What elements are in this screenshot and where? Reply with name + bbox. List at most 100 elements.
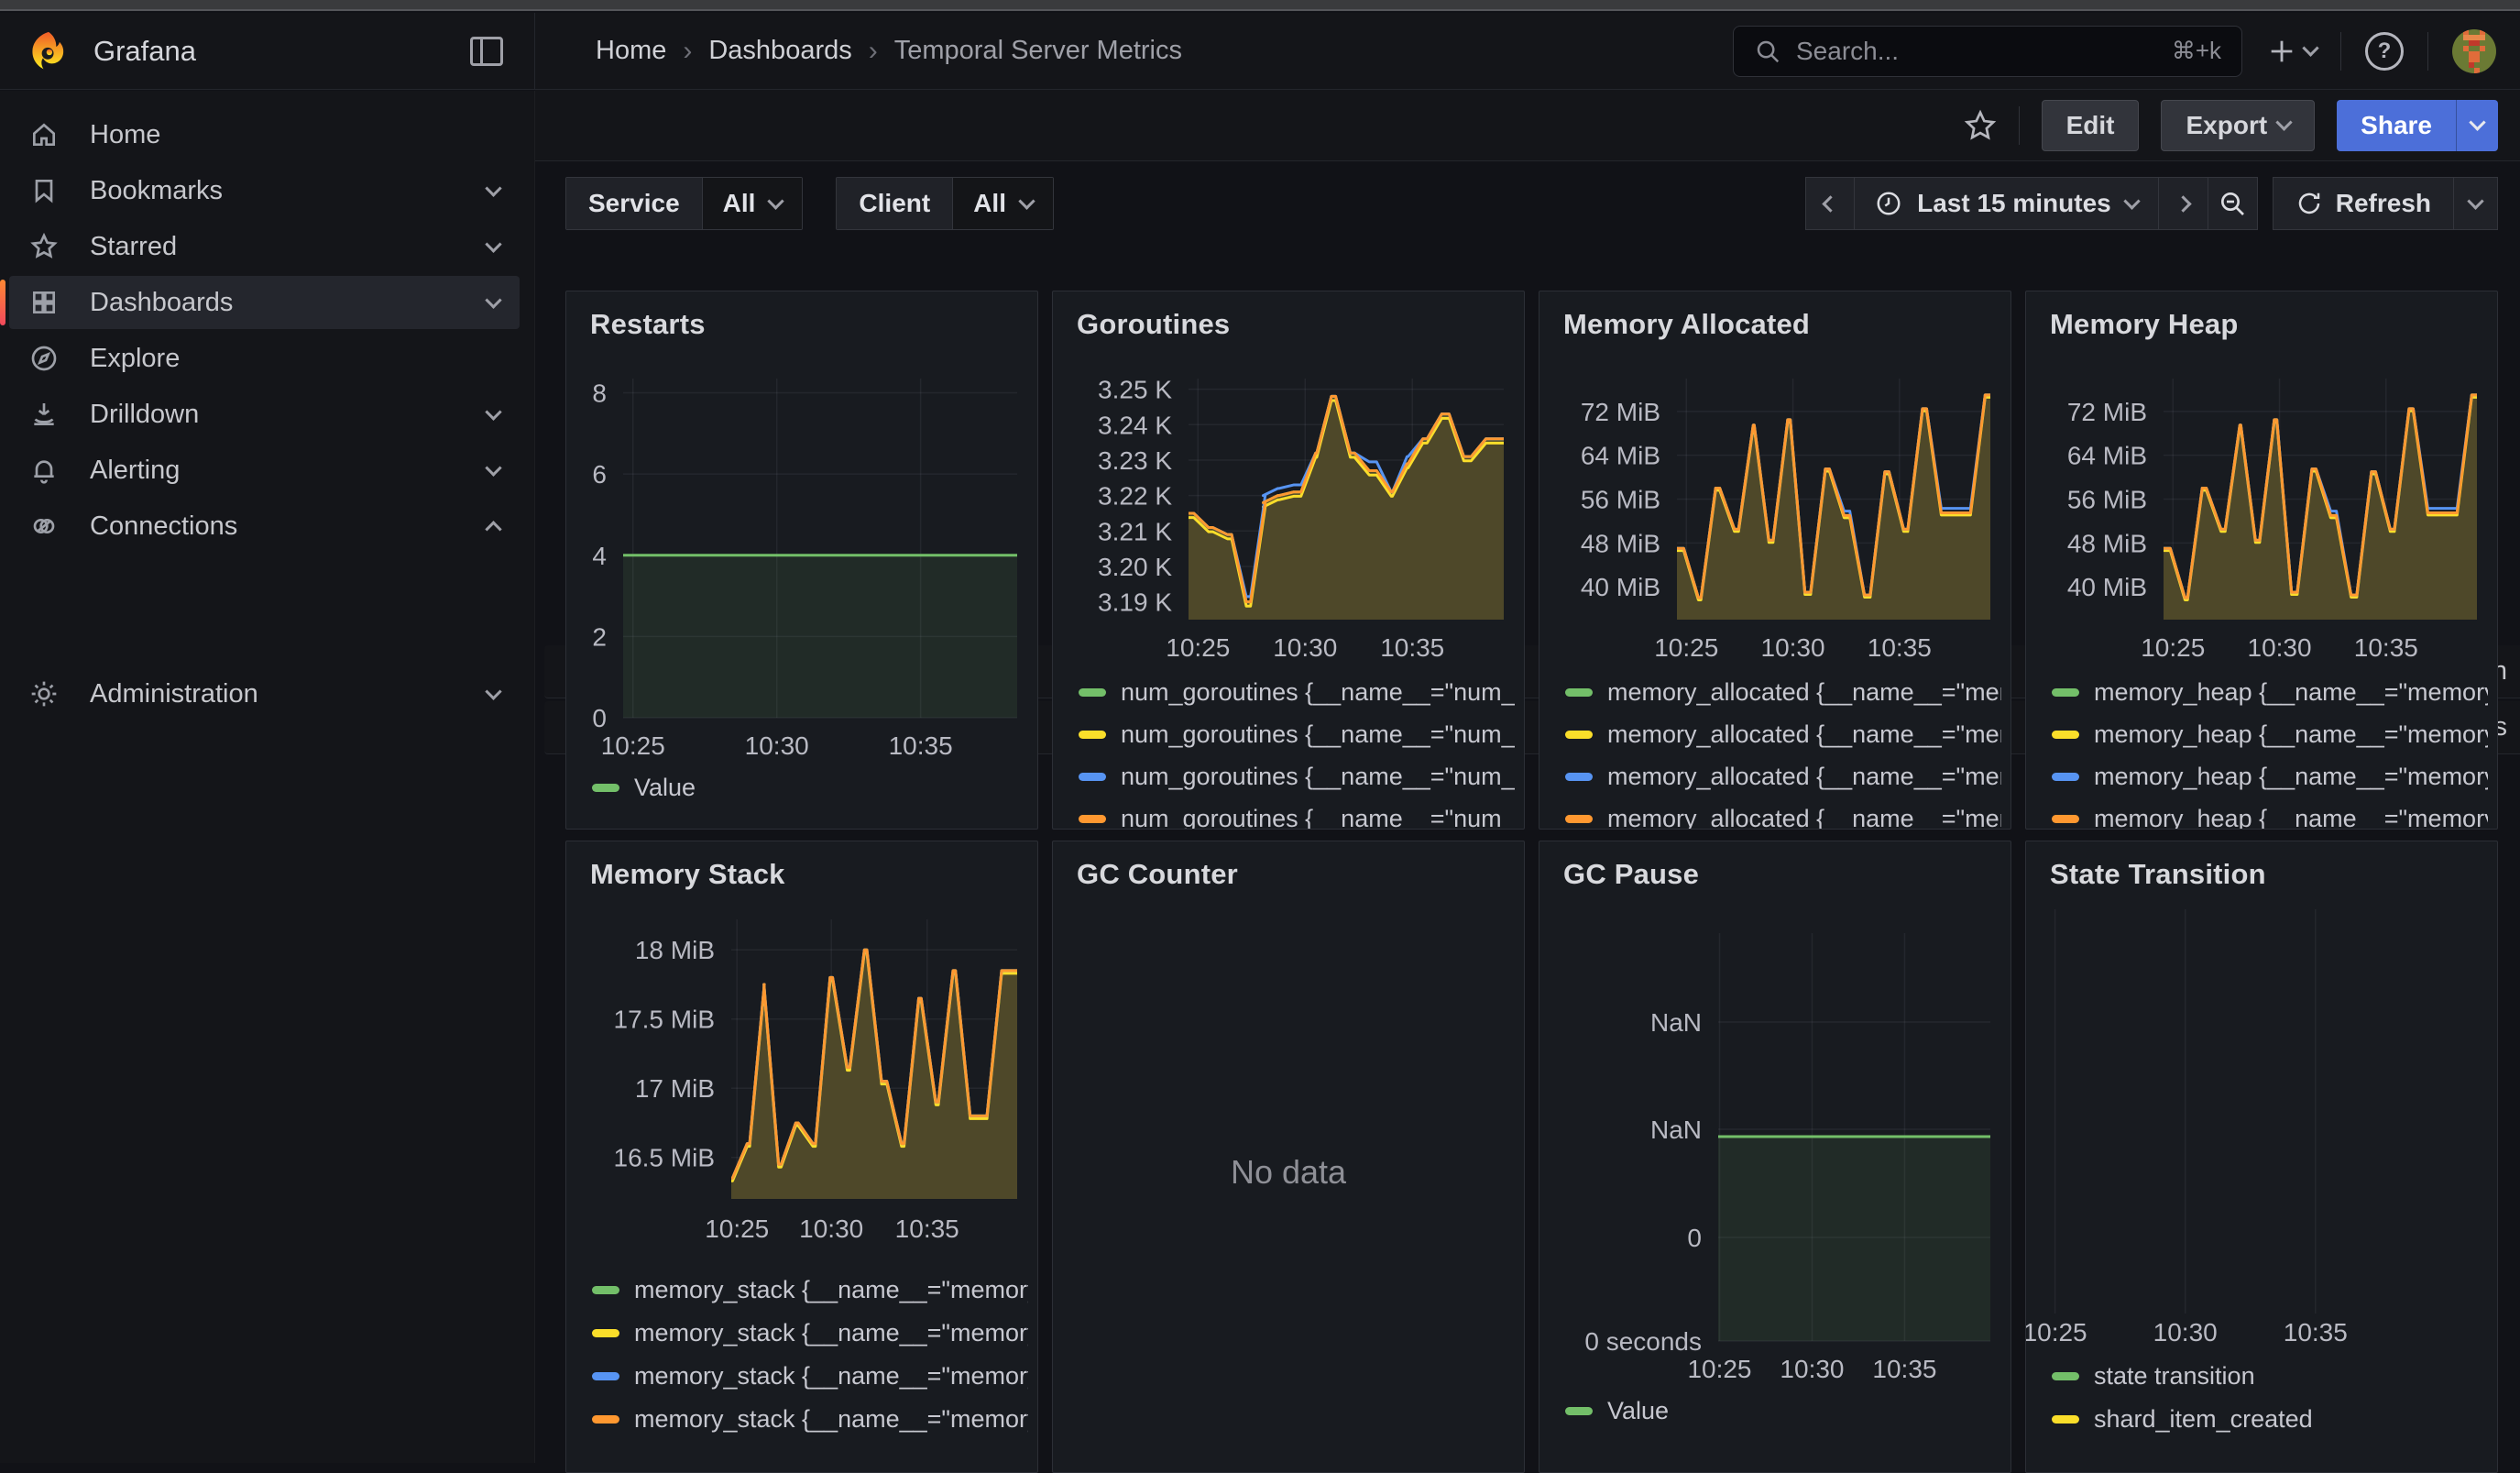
sidebar-item-drilldown[interactable]: Drilldown bbox=[9, 388, 520, 441]
panel-gc-pause: GC Pause 0 seconds0NaNNaN10:2510:3010:35… bbox=[1539, 841, 2011, 1473]
refresh-interval-dropdown[interactable] bbox=[2454, 177, 2498, 230]
svg-text:48 MiB: 48 MiB bbox=[2067, 529, 2147, 557]
legend-item[interactable]: memory_heap {__name__="memory_h bbox=[2052, 671, 2488, 713]
panel-title[interactable]: GC Counter bbox=[1077, 858, 1238, 891]
legend-item[interactable]: memory_heap {__name__="memory_h bbox=[2052, 755, 2488, 797]
svg-text:72 MiB: 72 MiB bbox=[1581, 398, 1660, 426]
sidebar-item-alerting[interactable]: Alerting bbox=[9, 444, 520, 497]
panel-memory-allocated: Memory Allocated 40 MiB48 MiB56 MiB64 Mi… bbox=[1539, 291, 2011, 830]
top-header: Grafana Home › Dashboards › Temporal Ser… bbox=[0, 13, 2520, 90]
service-filter-value[interactable]: All bbox=[702, 178, 803, 229]
sidebar-item-explore[interactable]: Explore bbox=[9, 332, 520, 385]
sidebar-item-bookmarks[interactable]: Bookmarks bbox=[9, 164, 520, 217]
svg-text:10:25: 10:25 bbox=[2026, 1318, 2087, 1347]
chevron-left-icon bbox=[1822, 195, 1838, 212]
chevron-down-icon bbox=[485, 403, 501, 420]
legend-item[interactable]: memory_heap {__name__="memory_h bbox=[2052, 713, 2488, 755]
legend-swatch bbox=[2052, 773, 2079, 781]
legend-label: num_goroutines {__name__="num_go bbox=[1121, 678, 1515, 707]
restarts-chart[interactable]: 0246810:2510:3010:35 bbox=[566, 291, 1037, 829]
sidebar-item-dashboards[interactable]: Dashboards bbox=[9, 276, 520, 329]
bookmark-icon bbox=[29, 176, 60, 205]
zoom-out-button[interactable] bbox=[2208, 177, 2258, 230]
legend-item[interactable]: num_goroutines {__name__="num_go bbox=[1079, 797, 1515, 830]
sidebar-item-home[interactable]: Home bbox=[9, 108, 520, 161]
sidebar-item-label: Administration bbox=[90, 679, 258, 709]
sidebar-item-administration[interactable]: Administration bbox=[9, 667, 520, 720]
chevron-up-icon bbox=[485, 521, 501, 537]
sidebar-item-connections[interactable]: Connections bbox=[9, 500, 520, 553]
svg-text:18 MiB: 18 MiB bbox=[635, 936, 715, 964]
legend-item[interactable]: Value bbox=[592, 766, 1028, 808]
share-button[interactable]: Share bbox=[2337, 100, 2456, 151]
chevron-down-icon bbox=[485, 236, 501, 252]
legend-swatch bbox=[592, 1415, 619, 1424]
legend-item[interactable]: memory_allocated {__name__="memo bbox=[1565, 797, 2001, 830]
help-icon[interactable]: ? bbox=[2365, 32, 2404, 71]
panel-gc-counter: GC Counter No data bbox=[1052, 841, 1525, 1473]
svg-text:10:35: 10:35 bbox=[1380, 633, 1444, 662]
clock-icon bbox=[1875, 190, 1902, 217]
legend: Value bbox=[592, 766, 1028, 808]
legend-item[interactable]: memory_allocated {__name__="memo bbox=[1565, 671, 2001, 713]
gc-pause-chart[interactable]: 0 seconds0NaNNaN10:2510:3010:35 bbox=[1539, 841, 2011, 1472]
svg-text:0: 0 bbox=[592, 704, 607, 732]
export-button[interactable]: Export bbox=[2161, 100, 2315, 151]
sidebar-item-label: Alerting bbox=[90, 456, 180, 486]
time-shift-back-button[interactable] bbox=[1805, 177, 1855, 230]
legend-item[interactable]: shard_item_created bbox=[2052, 1398, 2488, 1441]
sidebar-item-label: Explore bbox=[90, 344, 180, 374]
header-left: Grafana bbox=[0, 13, 535, 89]
share-dropdown-button[interactable] bbox=[2456, 100, 2498, 151]
no-data-message: No data bbox=[1053, 1153, 1524, 1192]
legend-item[interactable]: memory_stack {__name__="memory_s bbox=[592, 1355, 1028, 1398]
add-button[interactable] bbox=[2266, 36, 2317, 67]
svg-text:NaN: NaN bbox=[1650, 1008, 1702, 1037]
legend-item[interactable]: state transition bbox=[2052, 1355, 2488, 1398]
legend: state transition shard_item_created bbox=[2052, 1355, 2488, 1441]
breadcrumb-separator-icon: › bbox=[683, 36, 692, 67]
legend-item[interactable]: Value bbox=[1565, 1390, 2001, 1432]
client-filter-value[interactable]: All bbox=[952, 178, 1053, 229]
legend-item[interactable]: num_goroutines {__name__="num_go bbox=[1079, 671, 1515, 713]
legend-label: memory_stack {__name__="memory_s bbox=[634, 1362, 1028, 1391]
breadcrumb-dashboards[interactable]: Dashboards bbox=[708, 36, 851, 66]
legend-label: memory_heap {__name__="memory_h bbox=[2094, 763, 2488, 791]
dashboard-actions-bar: Edit Export Share bbox=[535, 90, 2520, 161]
sidebar-item-starred[interactable]: Starred bbox=[9, 220, 520, 273]
svg-text:6: 6 bbox=[592, 460, 607, 489]
bell-icon bbox=[29, 456, 60, 485]
legend-item[interactable]: memory_stack {__name__="memory_s bbox=[592, 1312, 1028, 1355]
legend-item[interactable]: num_goroutines {__name__="num_go bbox=[1079, 713, 1515, 755]
legend-label: Value bbox=[634, 774, 696, 802]
edit-button[interactable]: Edit bbox=[2042, 100, 2140, 151]
svg-text:10:30: 10:30 bbox=[1780, 1355, 1844, 1383]
legend-label: num_goroutines {__name__="num_go bbox=[1121, 763, 1515, 791]
legend-item[interactable]: num_goroutines {__name__="num_go bbox=[1079, 755, 1515, 797]
sidebar-toggle-icon[interactable] bbox=[470, 37, 503, 66]
legend-item[interactable]: memory_stack {__name__="memory_s bbox=[592, 1398, 1028, 1441]
legend-item[interactable]: memory_allocated {__name__="memo bbox=[1565, 713, 2001, 755]
breadcrumb-home[interactable]: Home bbox=[596, 36, 666, 66]
refresh-button[interactable]: Refresh bbox=[2273, 177, 2454, 230]
search-input[interactable]: Search... ⌘+k bbox=[1733, 26, 2242, 77]
avatar[interactable] bbox=[2452, 29, 2496, 73]
chevron-right-icon bbox=[2175, 195, 2191, 212]
legend-item[interactable]: memory_allocated {__name__="memo bbox=[1565, 755, 2001, 797]
star-icon[interactable] bbox=[1964, 109, 1997, 142]
time-shift-forward-button[interactable] bbox=[2159, 177, 2208, 230]
legend-item[interactable]: memory_stack {__name__="memory_s bbox=[592, 1269, 1028, 1312]
panel-memory-heap: Memory Heap 40 MiB48 MiB56 MiB64 MiB72 M… bbox=[2025, 291, 2498, 830]
grafana-logo-icon bbox=[27, 30, 70, 72]
legend-swatch bbox=[1565, 815, 1593, 823]
legend-item[interactable]: memory_heap {__name__="memory_h bbox=[2052, 797, 2488, 830]
svg-text:3.19 K: 3.19 K bbox=[1098, 588, 1172, 617]
svg-text:10:30: 10:30 bbox=[745, 731, 809, 760]
svg-text:64 MiB: 64 MiB bbox=[2067, 442, 2147, 470]
time-range-picker[interactable]: Last 15 minutes bbox=[1855, 177, 2159, 230]
star-icon bbox=[29, 232, 60, 261]
app-title: Grafana bbox=[93, 35, 196, 68]
client-filter-selected: All bbox=[973, 189, 1006, 218]
legend-label: shard_item_created bbox=[2094, 1405, 2313, 1434]
service-filter: Service All bbox=[565, 177, 803, 230]
